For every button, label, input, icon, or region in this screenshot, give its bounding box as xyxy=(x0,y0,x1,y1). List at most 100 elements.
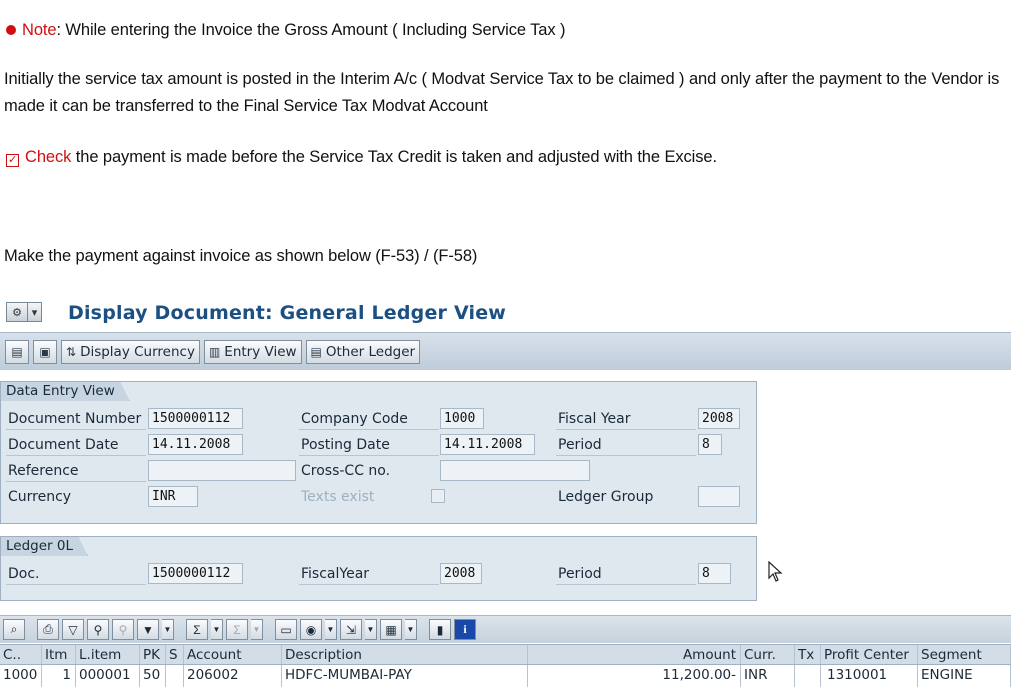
document-number-label: Document Number xyxy=(8,411,142,427)
cell-currency: INR xyxy=(741,665,795,687)
cell-account[interactable]: 206002 xyxy=(184,665,282,687)
system-menu-icon[interactable]: ⚙ xyxy=(6,302,28,322)
currency-label: Currency xyxy=(8,489,72,505)
table-row[interactable]: 1000 1 000001 50 206002 HDFC-MUMBAI-PAY … xyxy=(0,665,1011,687)
other-ledger-label: Other Ledger xyxy=(325,343,416,360)
cell-description: HDFC-MUMBAI-PAY xyxy=(282,665,528,687)
taxes-icon: ▣ xyxy=(39,344,51,359)
currency-field[interactable]: INR xyxy=(148,486,198,507)
col-header-status[interactable]: S xyxy=(166,645,184,664)
posting-date-field[interactable]: 14.11.2008 xyxy=(440,434,535,455)
export-icon[interactable]: ⇲ xyxy=(340,619,362,640)
cell-company: 1000 xyxy=(0,665,42,687)
application-toolbar: ▤ ▣ ⇅ Display Currency ▥ Entry View ▤ Other… xyxy=(0,332,1011,370)
divider xyxy=(6,455,146,456)
other-ledger-button[interactable]: ▤ Other Ledger xyxy=(305,339,421,364)
chevron-down-icon[interactable]: ▼ xyxy=(325,619,337,640)
display-currency-label: Display Currency xyxy=(80,343,195,360)
chevron-down-icon[interactable]: ▾ xyxy=(28,302,42,322)
total-icon[interactable]: Σ xyxy=(186,619,208,640)
company-code-field[interactable]: 1000 xyxy=(440,408,484,429)
doc-field[interactable]: 1500000112 xyxy=(148,563,243,584)
divider xyxy=(556,584,696,585)
fiscal-year-label: Fiscal Year xyxy=(558,411,631,427)
fiscal-year-field[interactable]: 2008 xyxy=(698,408,740,429)
cross-cc-field[interactable] xyxy=(440,460,590,481)
set-filter-icon[interactable]: ▼ xyxy=(137,619,159,640)
reference-field[interactable] xyxy=(148,460,296,481)
company-code-label: Company Code xyxy=(301,411,408,427)
print-icon[interactable]: ⎙ xyxy=(37,619,59,640)
check-text: the payment is made before the Service T… xyxy=(71,148,717,166)
page-title: Display Document: General Ledger View xyxy=(68,302,507,324)
cell-posting-key: 50 xyxy=(140,665,166,687)
ledger-group: Ledger 0L Doc. 1500000112 FiscalYear 200… xyxy=(0,536,757,601)
info-icon[interactable]: i xyxy=(454,619,476,640)
cell-segment: ENGINE xyxy=(918,665,1011,687)
divider xyxy=(299,429,439,430)
other-ledger-icon: ▤ xyxy=(310,344,322,359)
entry-view-button[interactable]: ▥ Entry View xyxy=(203,339,302,364)
ledger-fiscal-year-field[interactable]: 2008 xyxy=(440,563,482,584)
chevron-down-icon[interactable]: ▼ xyxy=(365,619,377,640)
col-header-amount[interactable]: Amount xyxy=(528,645,741,664)
doc-label: Doc. xyxy=(8,566,40,582)
col-header-profit-center[interactable]: Profit Center xyxy=(821,645,918,664)
col-header-tax[interactable]: Tx xyxy=(795,645,821,664)
period-field[interactable]: 8 xyxy=(698,434,722,455)
ledger-group-field[interactable] xyxy=(698,486,740,507)
document-number-field[interactable]: 1500000112 xyxy=(148,408,243,429)
sap-title-bar: ⚙ ▾ Display Document: General Ledger Vie… xyxy=(0,298,1011,330)
checkbox-icon: ✓ xyxy=(6,154,19,167)
cell-profit-center: 1310001 xyxy=(821,665,918,687)
posting-date-label: Posting Date xyxy=(301,437,390,453)
chart-icon[interactable]: ▮ xyxy=(429,619,451,640)
chevron-down-icon[interactable]: ▼ xyxy=(162,619,174,640)
chevron-down-icon[interactable]: ▼ xyxy=(251,619,263,640)
chevron-down-icon[interactable]: ▼ xyxy=(211,619,223,640)
taxes-button[interactable]: ▣ xyxy=(33,339,57,364)
layout-icon[interactable]: ▦ xyxy=(380,619,402,640)
divider xyxy=(299,584,439,585)
divider xyxy=(299,455,439,456)
print-preview-icon[interactable]: ▭ xyxy=(275,619,297,640)
bullet-icon xyxy=(6,25,16,35)
service-tax-paragraph: Initially the service tax amount is post… xyxy=(4,70,1000,115)
cell-line-item: 000001 xyxy=(76,665,140,687)
details-icon[interactable]: ⌕ xyxy=(3,619,25,640)
ledger-period-field[interactable]: 8 xyxy=(698,563,731,584)
document-date-field[interactable]: 14.11.2008 xyxy=(148,434,243,455)
col-header-company[interactable]: C.. xyxy=(0,645,42,664)
col-header-currency[interactable]: Curr. xyxy=(741,645,795,664)
table-header: C.. Itm L.item PK S Account Description … xyxy=(0,644,1011,665)
cell-item: 1 xyxy=(42,665,76,687)
find-next-icon[interactable]: ⚲ xyxy=(112,619,134,640)
display-currency-button[interactable]: ⇅ Display Currency xyxy=(61,339,200,364)
subtotal-icon[interactable]: Σ xyxy=(226,619,248,640)
col-header-segment[interactable]: Segment xyxy=(918,645,1011,664)
ledger-period-label: Period xyxy=(558,566,602,582)
divider xyxy=(556,455,696,456)
document-header-button[interactable]: ▤ xyxy=(5,339,29,364)
ledger-group-label: Ledger Group xyxy=(558,489,654,505)
views-icon[interactable]: ◉ xyxy=(300,619,322,640)
mouse-pointer-icon xyxy=(768,561,783,582)
grid-toolbar: ⌕ ⎙ ▽ ⚲ ⚲ ▼ ▼ Σ ▼ Σ ▼ ▭ ◉ ▼ ⇲ ▼ ▦ ▼ ▮ i xyxy=(0,615,1011,643)
check-line: ✓ Check the payment is made before the Se… xyxy=(6,144,717,171)
col-header-posting-key[interactable]: PK xyxy=(140,645,166,664)
group-title: Data Entry View xyxy=(0,381,130,401)
cell-status xyxy=(166,665,184,687)
col-header-item[interactable]: Itm xyxy=(42,645,76,664)
instruction-line: Make the payment against invoice as show… xyxy=(4,247,478,265)
col-header-account[interactable]: Account xyxy=(184,645,282,664)
title-buttons: ⚙ ▾ xyxy=(6,302,42,322)
col-header-description[interactable]: Description xyxy=(282,645,528,664)
col-header-line-item[interactable]: L.item xyxy=(76,645,140,664)
chevron-down-icon[interactable]: ▼ xyxy=(405,619,417,640)
filter-icon[interactable]: ▽ xyxy=(62,619,84,640)
texts-exist-checkbox[interactable] xyxy=(431,489,445,503)
find-icon[interactable]: ⚲ xyxy=(87,619,109,640)
document-date-label: Document Date xyxy=(8,437,119,453)
currency-icon: ⇅ xyxy=(66,344,77,359)
document-header-icon: ▤ xyxy=(11,344,23,359)
